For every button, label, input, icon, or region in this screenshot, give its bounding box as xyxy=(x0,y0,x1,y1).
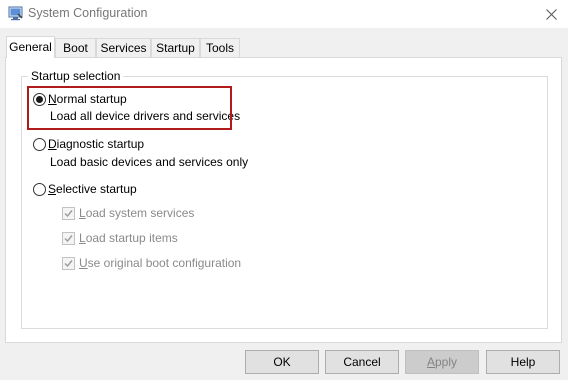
selective-startup-radio[interactable]: Selective startup xyxy=(33,182,137,196)
highlight-box xyxy=(27,86,232,130)
system-configuration-app-icon xyxy=(8,6,23,21)
diagnostic-startup-description: Load basic devices and services only xyxy=(50,155,249,169)
apply-button[interactable]: Apply xyxy=(405,350,479,374)
load-system-services-checkbox[interactable]: Load system services xyxy=(62,206,194,220)
ok-button[interactable]: OK xyxy=(245,350,319,374)
radio-unchecked-icon xyxy=(33,182,46,196)
tab-tools[interactable]: Tools xyxy=(200,38,240,57)
title-bar: System Configuration xyxy=(0,0,568,28)
selective-startup-label: Selective startup xyxy=(48,182,137,196)
checkbox-checked-icon xyxy=(62,256,75,270)
diagnostic-startup-radio[interactable]: Diagnostic startup xyxy=(33,137,144,151)
load-startup-items-checkbox[interactable]: Load startup items xyxy=(62,231,178,245)
use-original-boot-configuration-label: Use original boot configuration xyxy=(79,256,242,270)
help-button[interactable]: Help xyxy=(486,350,560,374)
radio-unchecked-icon xyxy=(33,137,46,151)
close-icon xyxy=(546,8,557,20)
tab-general[interactable]: General xyxy=(6,36,55,58)
diagnostic-startup-label: Diagnostic startup xyxy=(48,137,145,151)
tab-services[interactable]: Services xyxy=(96,38,151,57)
checkbox-checked-icon xyxy=(62,206,75,220)
use-original-boot-configuration-checkbox[interactable]: Use original boot configuration xyxy=(62,256,241,270)
cancel-button[interactable]: Cancel xyxy=(325,350,399,374)
tab-startup[interactable]: Startup xyxy=(151,38,200,57)
checkbox-checked-icon xyxy=(62,231,75,245)
load-system-services-label: Load system services xyxy=(79,206,195,220)
tab-boot[interactable]: Boot xyxy=(55,38,96,57)
load-startup-items-label: Load startup items xyxy=(79,231,178,245)
close-button[interactable] xyxy=(535,0,568,28)
window-title: System Configuration xyxy=(28,6,148,20)
group-legend: Startup selection xyxy=(28,69,124,83)
